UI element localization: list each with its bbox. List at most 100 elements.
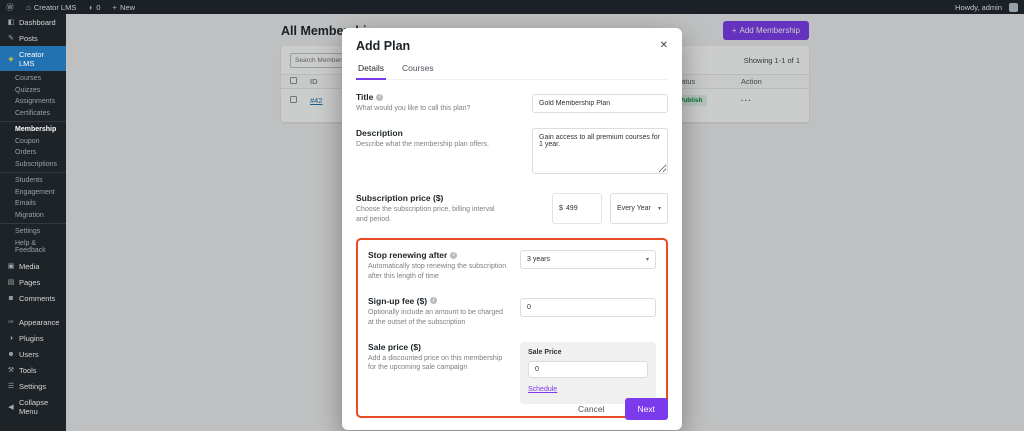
description-textarea[interactable]: Gain access to all premium courses for 1… bbox=[532, 127, 668, 174]
submenu-item-certificates[interactable]: Certificates bbox=[0, 108, 66, 120]
new-content-menu[interactable]: + New bbox=[106, 0, 141, 14]
sidebar-item-pages[interactable]: ▤ Pages bbox=[0, 274, 66, 290]
description-label: Description bbox=[356, 127, 403, 138]
sidebar-item-posts[interactable]: ✎ Posts bbox=[0, 30, 66, 46]
settings-icon: ☰ bbox=[7, 383, 15, 390]
submenu-item-emails[interactable]: Emails bbox=[0, 198, 66, 210]
submenu-item-engagement[interactable]: Engagement bbox=[0, 187, 66, 199]
home-icon: ⌂ bbox=[26, 2, 31, 12]
modal-tabs: Details Courses bbox=[356, 63, 668, 80]
account-menu[interactable]: Howdy, admin bbox=[949, 0, 1024, 14]
submenu-item-orders[interactable]: Orders bbox=[0, 147, 66, 159]
sidebar-item-creator-lms[interactable]: ◈ Creator LMS bbox=[0, 46, 66, 71]
submenu-item-students[interactable]: Students bbox=[0, 175, 66, 187]
comments-icon: ◙ bbox=[8, 294, 14, 302]
subscription-price-input[interactable] bbox=[565, 205, 595, 213]
sidebar-item-tools[interactable]: ⚒ Tools bbox=[0, 362, 66, 378]
chevron-down-icon: ▾ bbox=[645, 257, 649, 264]
subscription-price-label: Subscription price ($) bbox=[356, 192, 444, 203]
sidebar-item-label: Users bbox=[19, 349, 39, 359]
signup-fee-label: Sign-up fee ($) bbox=[368, 295, 428, 306]
sale-price-input[interactable] bbox=[528, 360, 648, 378]
sidebar-item-users[interactable]: ☻ Users bbox=[0, 346, 66, 362]
users-icon: ☻ bbox=[7, 350, 15, 358]
next-button[interactable]: Next bbox=[624, 398, 668, 420]
wordpress-logo-icon: Ⓦ bbox=[6, 2, 14, 12]
tools-icon: ⚒ bbox=[7, 367, 15, 374]
sidebar-item-label: Comments bbox=[19, 293, 56, 303]
close-icon[interactable]: ✕ bbox=[660, 41, 668, 51]
billing-interval-value: Every Year bbox=[617, 205, 651, 213]
stop-renewing-select[interactable]: 3 years ▾ bbox=[520, 250, 656, 270]
submenu-item-quizzes[interactable]: Quizzes bbox=[0, 85, 66, 97]
sidebar-item-dashboard[interactable]: ◧ Dashboard bbox=[0, 14, 66, 30]
currency-symbol: $ bbox=[559, 205, 563, 213]
info-icon: i bbox=[450, 251, 458, 259]
sidebar-item-label: Appearance bbox=[19, 317, 60, 327]
media-icon: ▣ bbox=[7, 263, 15, 270]
sidebar-item-settings[interactable]: ☰ Settings bbox=[0, 378, 66, 394]
sale-price-panel-label: Sale Price bbox=[528, 348, 562, 356]
submenu-divider bbox=[0, 172, 66, 173]
sidebar-item-collapse-menu[interactable]: ◀ Collapse Menu bbox=[0, 394, 66, 419]
field-subscription-price: Subscription price ($) Choose the subscr… bbox=[356, 192, 668, 225]
sale-price-panel: Sale Price Schedule bbox=[520, 341, 656, 404]
submenu-item-coupon[interactable]: Coupon bbox=[0, 136, 66, 148]
tab-details[interactable]: Details bbox=[356, 63, 386, 80]
submenu-item-settings[interactable]: Settings bbox=[0, 226, 66, 238]
sidebar-item-label: Dashboard bbox=[19, 17, 56, 27]
comments-menu[interactable]: ◗ 0 bbox=[82, 0, 106, 14]
site-name-label: Creator LMS bbox=[33, 2, 77, 12]
sidebar-item-label: Creator LMS bbox=[19, 49, 45, 68]
modal-title: Add Plan bbox=[356, 39, 411, 53]
site-name-menu[interactable]: ⌂ Creator LMS bbox=[20, 0, 82, 14]
dashboard-icon: ◧ bbox=[7, 19, 15, 26]
submenu-item-membership[interactable]: Membership bbox=[0, 124, 66, 136]
subscription-price-help: Choose the subscription price, billing i… bbox=[356, 205, 495, 223]
new-label: New bbox=[120, 2, 136, 12]
collapse-icon: ◀ bbox=[8, 403, 14, 411]
submenu-item-subscriptions[interactable]: Subscriptions bbox=[0, 159, 66, 171]
cancel-button[interactable]: Cancel bbox=[572, 403, 610, 415]
pages-icon: ▤ bbox=[7, 279, 15, 286]
chevron-down-icon: ▾ bbox=[657, 206, 661, 213]
field-signup-fee: Sign-up fee ($) i Optionally include an … bbox=[368, 296, 656, 328]
sale-price-help: Add a discounted price on this membershi… bbox=[368, 354, 503, 372]
submenu-item-migration[interactable]: Migration bbox=[0, 210, 66, 222]
plus-icon: + bbox=[112, 2, 118, 12]
stop-renewing-label: Stop renewing after bbox=[368, 250, 448, 261]
field-title: Title i What would you like to call this… bbox=[356, 92, 668, 114]
posts-icon: ✎ bbox=[8, 35, 14, 42]
admin-sidebar: ◧ Dashboard ✎ Posts ◈ Creator LMS Course… bbox=[0, 14, 66, 431]
price-input-group: $ bbox=[552, 192, 602, 225]
title-input[interactable] bbox=[532, 94, 668, 113]
tab-courses[interactable]: Courses bbox=[400, 63, 436, 79]
signup-fee-input[interactable] bbox=[520, 297, 656, 317]
billing-interval-select[interactable]: Every Year ▾ bbox=[610, 192, 668, 225]
info-icon: i bbox=[376, 93, 384, 101]
wp-logo-menu[interactable]: Ⓦ bbox=[0, 0, 20, 14]
admin-bar: Ⓦ ⌂ Creator LMS ◗ 0 + New Howdy, admin bbox=[0, 0, 1024, 14]
sidebar-item-label: Plugins bbox=[19, 333, 44, 343]
submenu-divider bbox=[0, 121, 66, 122]
title-help: What would you like to call this plan? bbox=[356, 105, 471, 112]
stop-renewing-help: Automatically stop renewing the subscrip… bbox=[368, 263, 507, 281]
add-plan-modal: Add Plan ✕ Details Courses Title i What … bbox=[342, 28, 682, 430]
sidebar-item-label: Media bbox=[19, 261, 40, 271]
sidebar-item-label: Collapse Menu bbox=[19, 397, 49, 416]
submenu-item-assignments[interactable]: Assignments bbox=[0, 96, 66, 108]
sidebar-item-plugins[interactable]: ◑ Plugins bbox=[0, 330, 66, 346]
sidebar-item-label: Tools bbox=[19, 365, 37, 375]
sale-price-label: Sale price ($) bbox=[368, 341, 421, 352]
submenu-item-help-feedback[interactable]: Help & Feedback bbox=[0, 238, 66, 257]
sidebar-item-media[interactable]: ▣ Media bbox=[0, 258, 66, 274]
title-label: Title bbox=[356, 92, 374, 102]
sidebar-item-comments[interactable]: ◙ Comments bbox=[0, 290, 66, 306]
sidebar-item-appearance[interactable]: ✑ Appearance bbox=[0, 314, 66, 330]
signup-fee-help: Optionally include an amount to be charg… bbox=[368, 308, 504, 326]
comments-count: 0 bbox=[96, 2, 101, 12]
submenu-item-courses[interactable]: Courses bbox=[0, 73, 66, 85]
schedule-link[interactable]: Schedule bbox=[528, 386, 557, 393]
stop-renewing-value: 3 years bbox=[527, 256, 550, 264]
